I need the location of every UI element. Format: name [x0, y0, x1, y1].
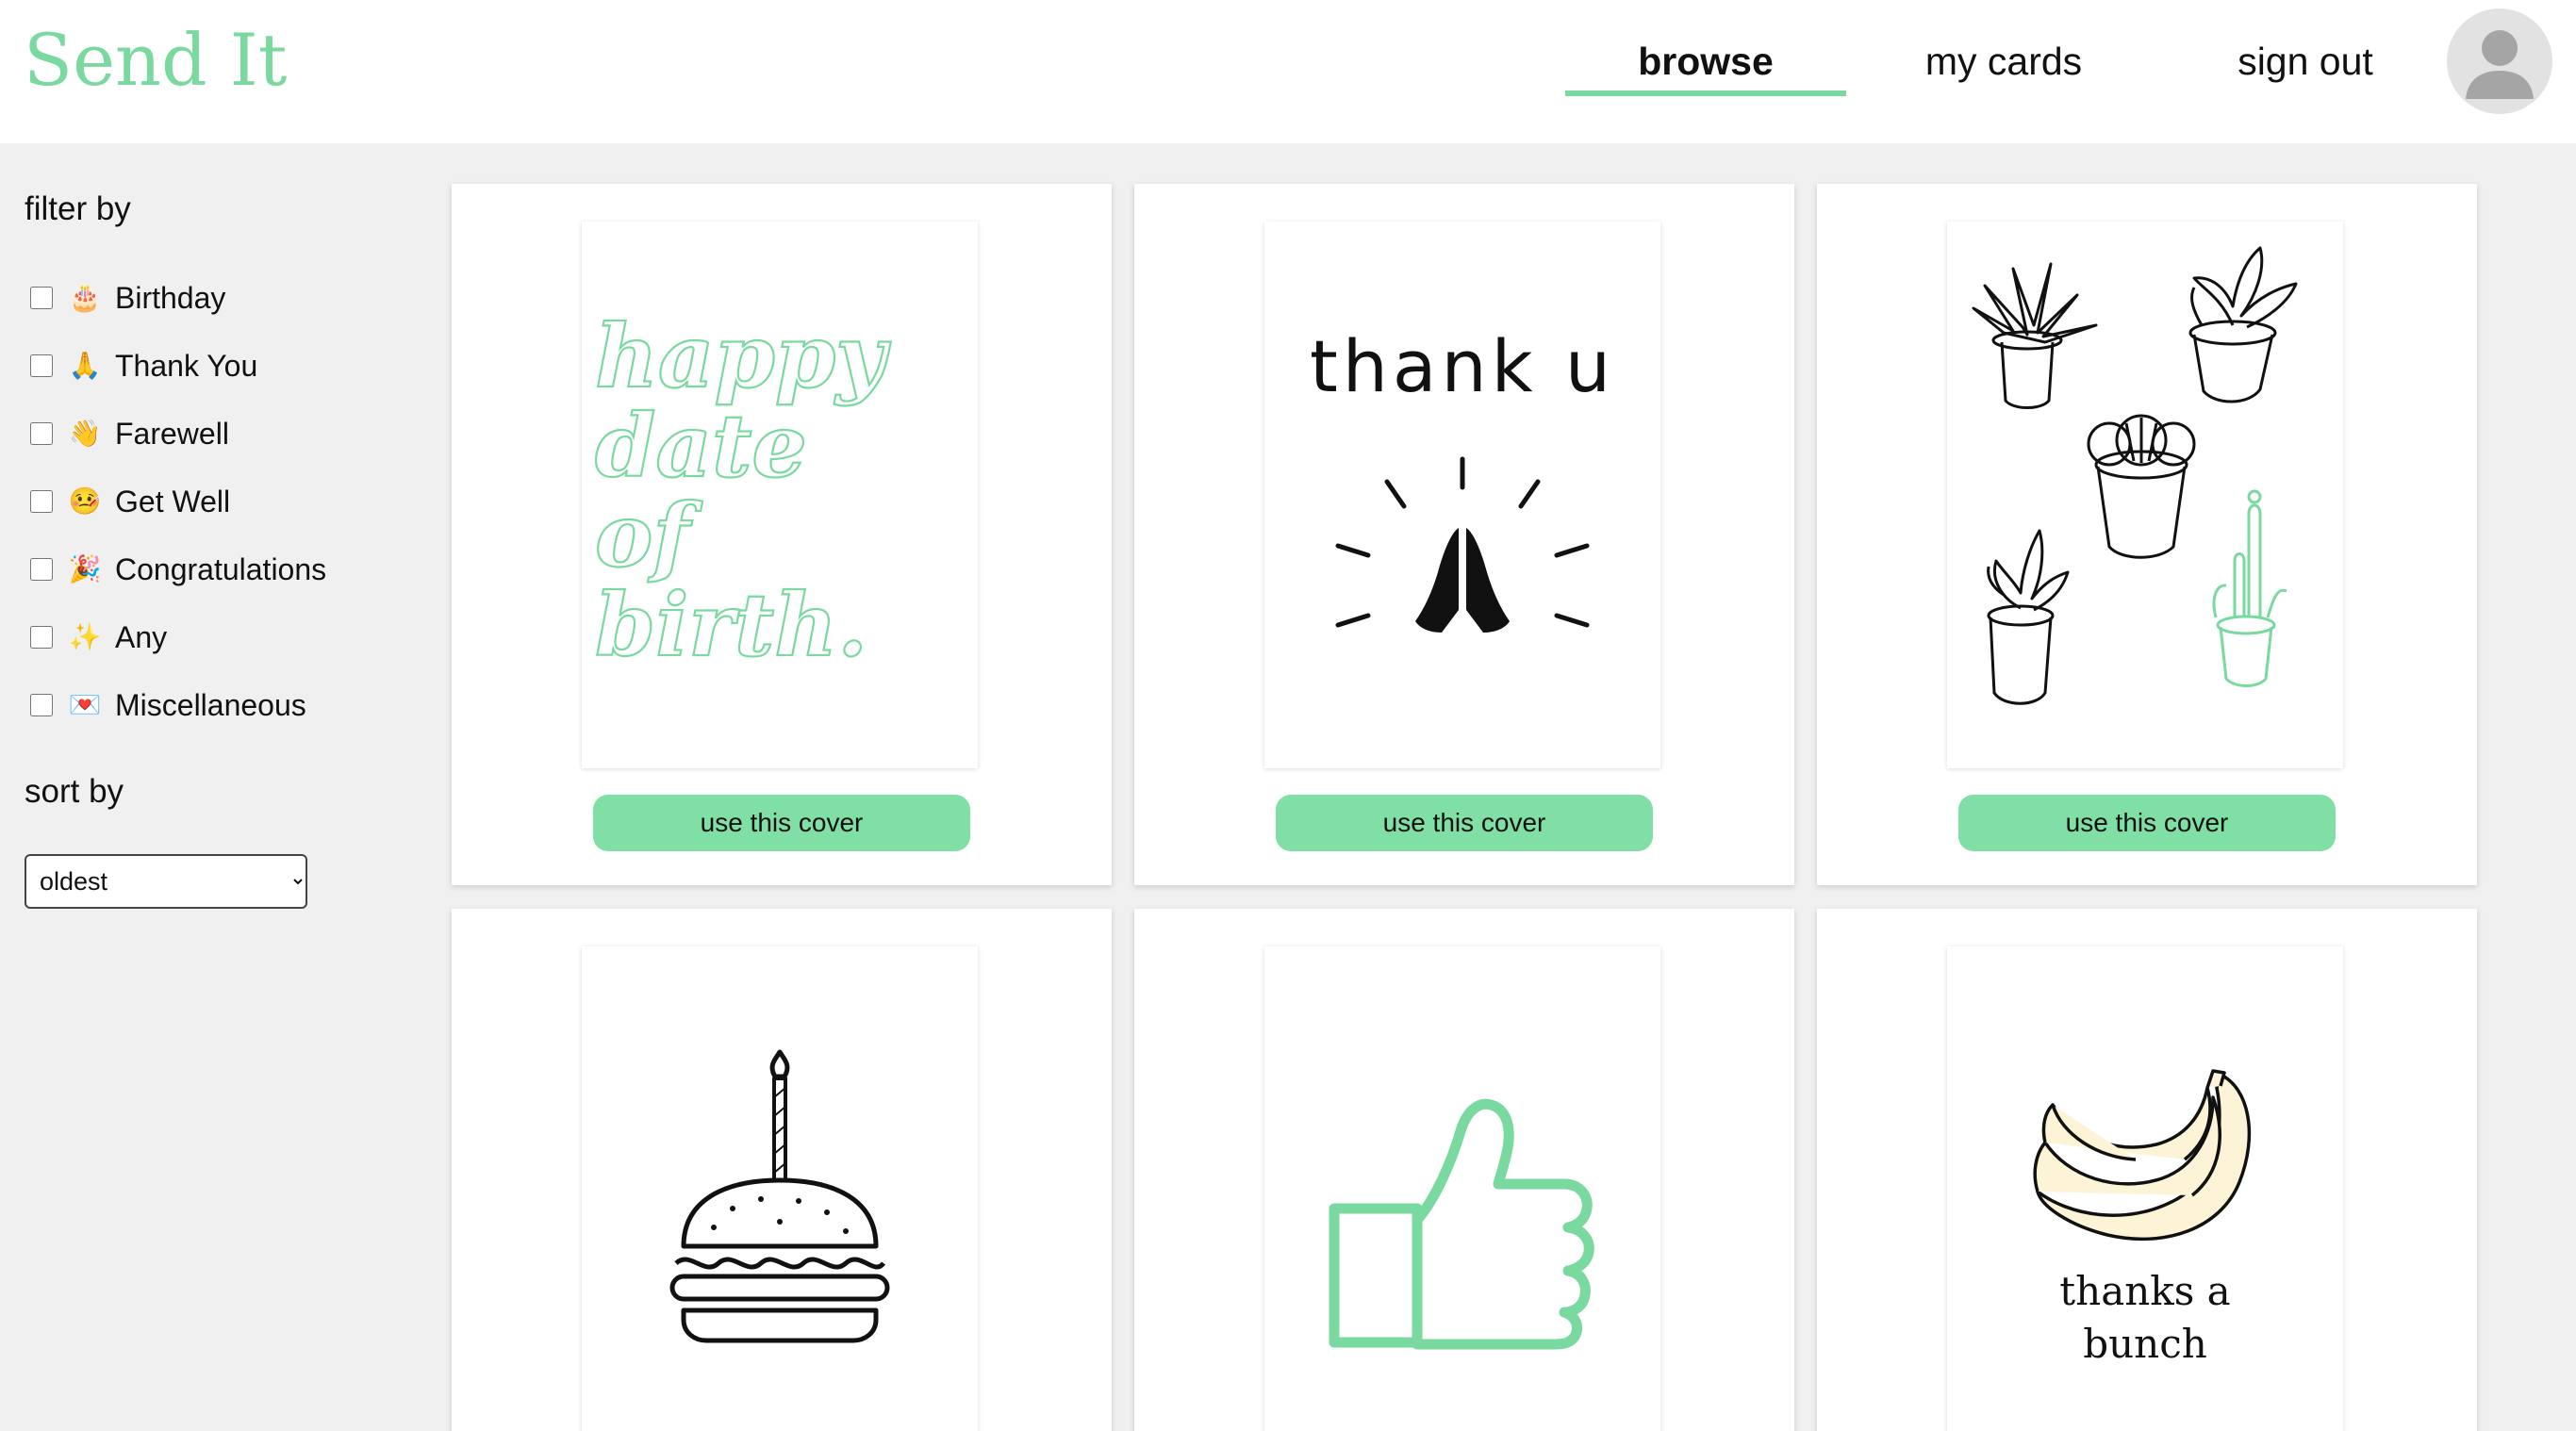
- filter-birthday-label: Birthday: [115, 281, 226, 315]
- burger-candle-icon: [669, 1049, 890, 1343]
- cover-text-line: bunch: [2083, 1321, 2207, 1367]
- card-cover[interactable]: [1947, 222, 2343, 768]
- card-tile: thanks a bunch: [1817, 909, 2477, 1431]
- card-cover[interactable]: happy date of birth.: [582, 222, 978, 768]
- cover-text-line: thanks a: [2059, 1268, 2230, 1314]
- filter-birthday-checkbox[interactable]: [30, 287, 53, 309]
- cover-text-line: happy: [595, 305, 891, 407]
- filter-farewell-checkbox[interactable]: [30, 422, 53, 445]
- person-icon: [2466, 30, 2534, 99]
- sort-select[interactable]: oldest: [25, 854, 307, 909]
- filter-congratulations-label: Congratulations: [115, 552, 327, 586]
- card-cover[interactable]: thank u: [1264, 222, 1660, 768]
- filter-congratulations-checkbox[interactable]: [30, 558, 53, 581]
- filter-birthday[interactable]: 🎂 Birthday: [30, 274, 388, 321]
- praying-hands-icon: 🙏: [68, 350, 102, 381]
- nav-browse-label: browse: [1638, 40, 1774, 83]
- use-this-cover-button[interactable]: use this cover: [1958, 795, 2336, 851]
- card-tile: thank u use this cover: [1134, 184, 1794, 885]
- filter-congratulations[interactable]: 🎉 Congratulations: [30, 546, 388, 593]
- outline-text-art: happy date of birth.: [594, 304, 892, 677]
- filter-thank-you-label: Thank You: [115, 349, 258, 383]
- filter-get-well[interactable]: 🤒 Get Well: [30, 478, 388, 525]
- filter-any-checkbox[interactable]: [30, 626, 53, 649]
- card-tile: use this cover: [1817, 184, 2477, 885]
- filter-get-well-checkbox[interactable]: [30, 490, 53, 513]
- succulents-icon: [1972, 246, 2298, 705]
- sort-heading: sort by: [25, 773, 124, 810]
- filter-any-label: Any: [115, 620, 168, 654]
- filter-miscellaneous-label: Miscellaneous: [115, 688, 306, 722]
- party-popper-icon: 🎉: [68, 553, 102, 584]
- card-cover[interactable]: thanks a bunch: [1947, 946, 2343, 1431]
- card-cover[interactable]: [582, 946, 978, 1431]
- filter-thank-you[interactable]: 🙏 Thank You: [30, 342, 388, 389]
- card-tile: happy date of birth. use this cover: [452, 184, 1112, 885]
- filter-any[interactable]: ✨ Any: [30, 614, 388, 661]
- filter-farewell-label: Farewell: [115, 417, 229, 451]
- bananas-art: thanks a bunch: [2033, 1069, 2252, 1367]
- card-cover[interactable]: [1264, 946, 1660, 1431]
- love-letter-icon: 💌: [68, 689, 102, 720]
- cover-text-line: of: [595, 485, 702, 586]
- filter-farewell[interactable]: 👋 Farewell: [30, 410, 388, 457]
- cover-text-line: birth.: [595, 574, 867, 676]
- thumbs-up-icon: [1329, 1098, 1594, 1350]
- user-avatar[interactable]: [2447, 8, 2552, 114]
- cake-icon: 🎂: [68, 282, 102, 313]
- nav-my-cards[interactable]: my cards: [1914, 28, 2093, 94]
- sparkles-icon: ✨: [68, 621, 102, 652]
- sick-face-icon: 🤒: [68, 485, 102, 517]
- cover-text-line: date: [595, 395, 807, 497]
- filter-miscellaneous-checkbox[interactable]: [30, 694, 53, 716]
- use-this-cover-button[interactable]: use this cover: [593, 795, 970, 851]
- waving-hand-icon: 👋: [68, 418, 102, 449]
- filter-get-well-label: Get Well: [115, 485, 231, 518]
- cover-text-line: thank u: [1310, 324, 1615, 408]
- filter-miscellaneous[interactable]: 💌 Miscellaneous: [30, 682, 388, 729]
- active-tab-underline: [1565, 90, 1846, 96]
- card-tile: [1134, 909, 1794, 1431]
- app-logo[interactable]: Send It: [24, 13, 287, 107]
- bananas-icon: [2033, 1069, 2252, 1242]
- card-tile: [452, 909, 1112, 1431]
- filter-heading: filter by: [25, 190, 131, 227]
- filter-thank-you-checkbox[interactable]: [30, 354, 53, 377]
- top-header: Send It browse my cards sign out: [0, 0, 2576, 143]
- nav-sign-out[interactable]: sign out: [2225, 28, 2386, 94]
- radiating-lines-icon: [1335, 456, 1590, 628]
- nav-browse[interactable]: browse: [1565, 28, 1846, 96]
- praying-hands-icon: [1415, 528, 1510, 633]
- praying-hands-art: thank u: [1310, 324, 1615, 633]
- use-this-cover-button[interactable]: use this cover: [1276, 795, 1653, 851]
